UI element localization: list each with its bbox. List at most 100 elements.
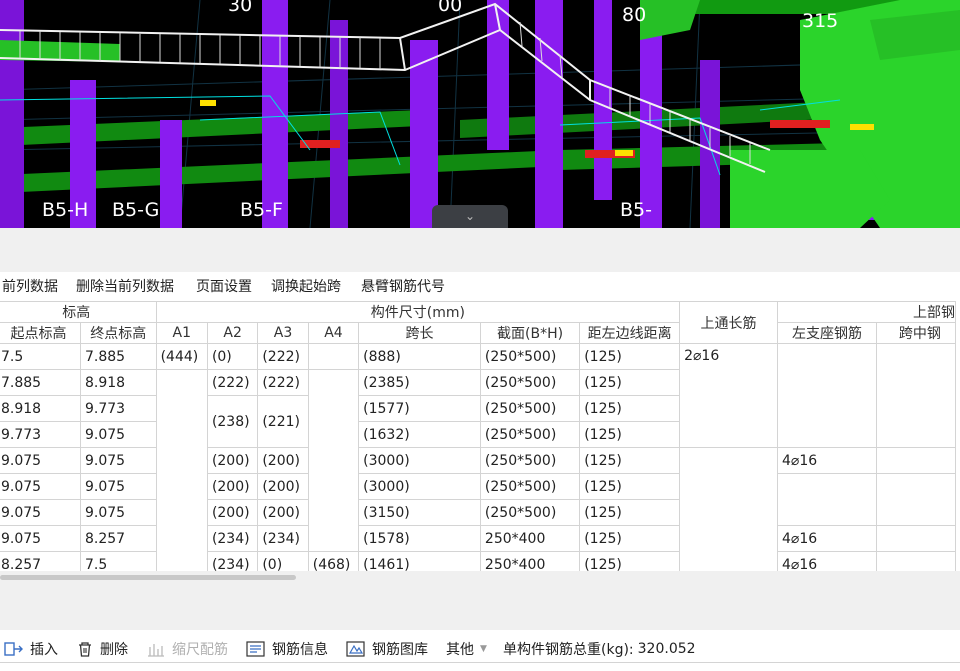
start-elevation-cell[interactable]: 9.075 (0, 499, 81, 526)
insert-button[interactable]: 插入 (4, 639, 58, 659)
total-weight-display: 单构件钢筋总重(kg): 320.052 (503, 639, 696, 659)
start-elevation-cell[interactable]: 7.5 (0, 343, 81, 370)
a1-header: A1 (155, 322, 208, 344)
a3-cell[interactable]: (234) (257, 525, 309, 552)
left-support-rebar-cell[interactable]: 4⌀16 (777, 551, 877, 571)
start-elevation-cell[interactable]: 9.075 (0, 525, 81, 552)
a3-cell[interactable]: (200) (257, 473, 309, 500)
end-elevation-cell[interactable]: 9.773 (79, 395, 157, 422)
left-support-rebar-cell[interactable] (777, 343, 877, 448)
collapse-panel-button[interactable]: ⌄ (432, 205, 508, 228)
table-header-row: 起点标高 终点标高 A1 A2 A3 A4 跨长 截面(B*H) 距左边线距离 … (0, 322, 957, 344)
end-elevation-cell[interactable]: 7.5 (79, 551, 157, 571)
start-elevation-cell[interactable]: 7.885 (0, 369, 81, 396)
rebar-library-button[interactable]: 钢筋图库 (346, 639, 428, 659)
start-elevation-cell[interactable]: 8.918 (0, 395, 81, 422)
left-support-rebar-cell[interactable]: 4⌀16 (777, 447, 877, 474)
span-length-cell[interactable]: (2385) (358, 369, 481, 396)
span-length-cell[interactable]: (1577) (358, 395, 481, 422)
end-elevation-cell[interactable]: 9.075 (79, 447, 157, 474)
mid-span-rebar-cell[interactable] (875, 447, 957, 474)
end-elevation-header: 终点标高 (79, 322, 157, 344)
mid-span-rebar-cell[interactable] (875, 473, 957, 526)
section-cell[interactable]: (250*500) (479, 369, 581, 396)
a3-cell[interactable]: (222) (257, 343, 309, 370)
top-through-rebar-cell[interactable] (679, 447, 779, 571)
start-elevation-cell[interactable]: 9.773 (0, 421, 81, 448)
left-support-rebar-cell[interactable]: 4⌀16 (777, 525, 877, 552)
section-cell[interactable]: 250*400 (479, 551, 581, 571)
a3-cell[interactable]: (200) (257, 447, 309, 474)
start-elevation-cell[interactable]: 9.075 (0, 473, 81, 500)
end-elevation-cell[interactable]: 7.885 (79, 343, 157, 370)
a3-cell[interactable]: (222) (257, 369, 309, 396)
a2-cell[interactable]: (222) (206, 369, 259, 396)
left-support-rebar-cell[interactable] (777, 473, 877, 526)
section-cell[interactable]: (250*500) (479, 395, 581, 422)
mid-span-rebar-cell[interactable] (875, 343, 957, 448)
section-cell[interactable]: (250*500) (479, 421, 581, 448)
span-length-cell[interactable]: (1632) (358, 421, 481, 448)
a2-cell[interactable]: (200) (206, 473, 259, 500)
section-cell[interactable]: (250*500) (479, 499, 581, 526)
left-edge-distance-cell[interactable]: (125) (579, 421, 681, 448)
a3-cell[interactable]: (200) (257, 499, 309, 526)
top-through-rebar-cell[interactable]: 2⌀16 (679, 343, 779, 448)
end-elevation-cell[interactable]: 9.075 (79, 499, 157, 526)
a3-cell[interactable]: (0) (257, 551, 309, 571)
section-cell[interactable]: (250*500) (479, 447, 581, 474)
start-elevation-cell[interactable]: 9.075 (0, 447, 81, 474)
mid-span-rebar-cell[interactable] (875, 551, 957, 571)
span-length-cell[interactable]: (1461) (358, 551, 481, 571)
end-elevation-cell[interactable]: 9.075 (79, 473, 157, 500)
delete-button[interactable]: 删除 (76, 639, 128, 659)
section-cell[interactable]: (250*500) (479, 343, 581, 370)
a2-cell[interactable]: (234) (206, 525, 259, 552)
rebar-info-button[interactable]: 钢筋信息 (246, 639, 328, 659)
a2-cell[interactable]: (238) (206, 395, 259, 448)
a2-cell[interactable]: (234) (206, 551, 259, 571)
swap-start-span-button[interactable]: 调换起始跨 (271, 276, 341, 296)
span-length-cell[interactable]: (888) (358, 343, 481, 370)
left-edge-distance-cell[interactable]: (125) (579, 447, 681, 474)
mid-span-rebar-header: 跨中钢 (875, 322, 957, 344)
other-dropdown[interactable]: 其他 ▼ (446, 639, 487, 659)
delete-column-data-button[interactable]: 删除当前列数据 (76, 276, 174, 296)
a4-cell[interactable] (307, 369, 360, 552)
left-edge-distance-cell[interactable]: (125) (579, 369, 681, 396)
left-edge-distance-cell[interactable]: (125) (579, 499, 681, 526)
mid-span-rebar-cell[interactable] (875, 525, 957, 552)
3d-viewport[interactable]: B5-H B5-G B5-F B5- 80 315 30 00 ⌄ (0, 0, 960, 228)
section-cell[interactable]: 250*400 (479, 525, 581, 552)
span-length-header: 跨长 (358, 322, 481, 344)
end-elevation-cell[interactable]: 8.918 (79, 369, 157, 396)
left-edge-distance-cell[interactable]: (125) (579, 343, 681, 370)
section-cell[interactable]: (250*500) (479, 473, 581, 500)
span-length-cell[interactable]: (3000) (358, 473, 481, 500)
cantilever-rebar-code-button[interactable]: 悬臂钢筋代号 (361, 276, 445, 296)
left-edge-distance-cell[interactable]: (125) (579, 525, 681, 552)
end-elevation-cell[interactable]: 9.075 (79, 421, 157, 448)
a1-cell[interactable] (155, 369, 208, 571)
a1-cell[interactable]: (444) (155, 343, 208, 370)
end-elevation-cell[interactable]: 8.257 (79, 525, 157, 552)
left-edge-distance-cell[interactable]: (125) (579, 473, 681, 500)
left-edge-distance-cell[interactable]: (125) (579, 551, 681, 571)
a2-cell[interactable]: (0) (206, 343, 259, 370)
page-settings-button[interactable]: 页面设置 (196, 276, 252, 296)
span-length-cell[interactable]: (1578) (358, 525, 481, 552)
scale-rebar-button[interactable]: 缩尺配筋 (146, 639, 228, 659)
table-row: 9.075 9.075 (200) (200) (3000) (250*500)… (0, 473, 957, 526)
a2-cell[interactable]: (200) (206, 499, 259, 526)
copy-column-data-button[interactable]: 前列数据 (2, 276, 58, 296)
a4-cell[interactable] (307, 343, 360, 370)
axis-label-b5f: B5-F (240, 199, 283, 221)
span-length-cell[interactable]: (3150) (358, 499, 481, 526)
span-length-cell[interactable]: (3000) (358, 447, 481, 474)
horizontal-scrollbar[interactable] (0, 575, 296, 580)
start-elevation-cell[interactable]: 8.257 (0, 551, 81, 571)
a3-cell[interactable]: (221) (257, 395, 309, 448)
a4-cell[interactable]: (468) (307, 551, 360, 571)
left-edge-distance-cell[interactable]: (125) (579, 395, 681, 422)
a2-cell[interactable]: (200) (206, 447, 259, 474)
